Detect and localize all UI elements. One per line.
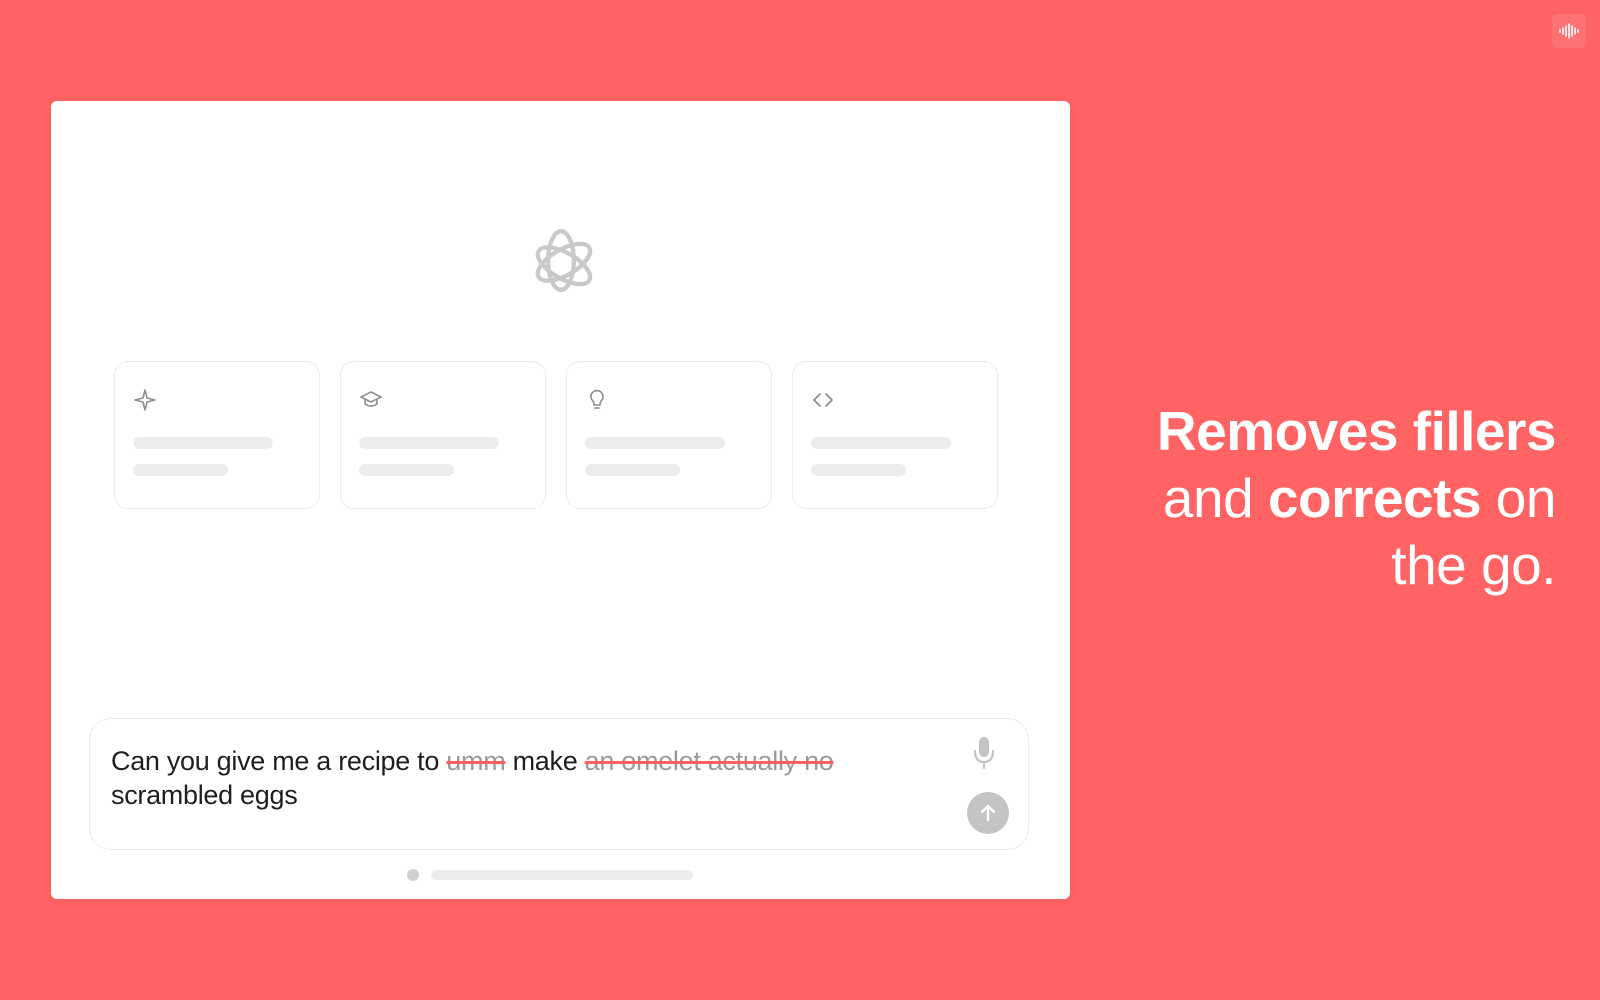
placeholder-line <box>359 437 499 449</box>
suggestion-card-4[interactable] <box>792 361 998 509</box>
app-window: Can you give me a recipe to umm make an … <box>51 101 1070 899</box>
headline-line-1: Removes fillers <box>1156 400 1557 462</box>
pager-bar[interactable] <box>431 870 693 880</box>
message-input[interactable]: Can you give me a recipe to umm make an … <box>111 744 911 812</box>
microphone-icon[interactable] <box>970 735 998 771</box>
headline-line-3: the go. <box>1391 534 1556 596</box>
headline: Removes fillers and corrects on the go. <box>1096 398 1557 599</box>
headline-line-2: and corrects on <box>1096 465 1557 532</box>
placeholder-line <box>585 437 725 449</box>
code-brackets-icon <box>813 393 833 407</box>
struck-correction: an omelet actually no <box>584 746 834 776</box>
suggestion-card-2[interactable] <box>340 361 546 509</box>
placeholder-line <box>133 464 228 476</box>
openai-logo-icon <box>535 229 593 292</box>
text-segment: make <box>505 746 585 776</box>
placeholder-line <box>585 464 680 476</box>
text-segment: Can you give me a recipe to <box>111 746 447 776</box>
suggestion-card-3[interactable] <box>566 361 772 509</box>
message-composer[interactable]: Can you give me a recipe to umm make an … <box>89 718 1029 850</box>
graduation-cap-icon <box>360 391 382 407</box>
send-button[interactable] <box>967 792 1009 834</box>
suggestion-cards <box>114 361 1009 511</box>
corner-badge[interactable] <box>1552 14 1586 48</box>
placeholder-line <box>359 464 454 476</box>
lightbulb-icon <box>590 389 604 409</box>
sparkle-icon <box>134 389 156 411</box>
headline-emphasis: corrects <box>1267 467 1482 529</box>
placeholder-line <box>811 437 951 449</box>
arrow-up-icon <box>980 804 996 822</box>
struck-filler: umm <box>446 746 506 776</box>
placeholder-line <box>811 464 906 476</box>
pager-dot[interactable] <box>407 869 419 881</box>
sound-wave-icon <box>1559 23 1579 39</box>
text-segment: scrambled eggs <box>111 780 298 810</box>
suggestion-card-1[interactable] <box>114 361 320 509</box>
placeholder-line <box>133 437 273 449</box>
headline-text: on <box>1481 467 1557 529</box>
headline-text: and <box>1162 467 1268 529</box>
